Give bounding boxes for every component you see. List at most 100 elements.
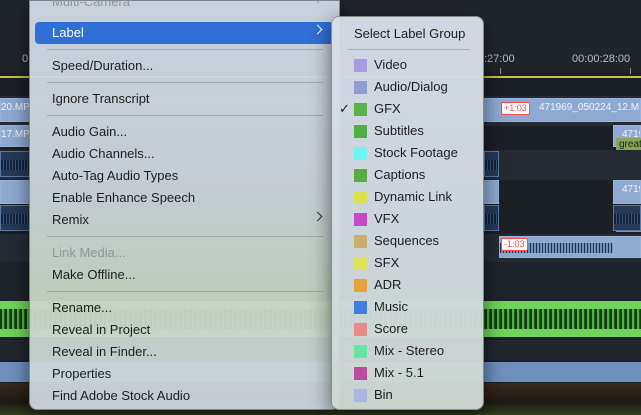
label-item-text: Bin bbox=[374, 387, 393, 402]
label-item-video[interactable]: Video bbox=[337, 54, 478, 76]
menu-item-remix[interactable]: Remix bbox=[35, 209, 333, 231]
menu-item-label: Make Offline... bbox=[52, 267, 136, 282]
color-swatch bbox=[354, 59, 367, 72]
clip-name: 471969_050224_12.MP4 bbox=[539, 102, 641, 113]
menu-item-find-adobe-stock-audio[interactable]: Find Adobe Stock Audio bbox=[35, 385, 333, 407]
menu-item-label: Link Media... bbox=[52, 245, 126, 260]
audio-clip[interactable] bbox=[613, 205, 641, 231]
color-swatch bbox=[354, 81, 367, 94]
video-clip[interactable]: 17.MP4 bbox=[0, 125, 30, 147]
chevron-right-icon bbox=[312, 0, 323, 4]
color-swatch bbox=[354, 367, 367, 380]
menu-item-label: Rename... bbox=[52, 300, 112, 315]
label-item-text: Mix - Stereo bbox=[374, 343, 445, 358]
menu-item-label: Ignore Transcript bbox=[52, 91, 150, 106]
menu-item-label: Multi-Camera bbox=[52, 0, 131, 9]
label-item-dynamic-link[interactable]: Dynamic Link bbox=[337, 186, 478, 208]
color-swatch bbox=[354, 169, 367, 182]
label-item-subtitles[interactable]: Subtitles bbox=[337, 120, 478, 142]
label-item-adr[interactable]: ADR bbox=[337, 274, 478, 296]
menu-separator bbox=[47, 115, 323, 116]
menu-item-auto-tag-audio-types[interactable]: Auto-Tag Audio Types bbox=[35, 165, 333, 187]
menu-item-label: Reveal in Project bbox=[52, 322, 151, 337]
time-offset-badge: -1:03 bbox=[501, 238, 528, 251]
label-item-text: Sequences bbox=[374, 233, 440, 248]
color-swatch bbox=[354, 323, 367, 336]
color-swatch bbox=[354, 235, 367, 248]
menu-item-label: Enable Enhance Speech bbox=[52, 190, 196, 205]
label-item-sfx[interactable]: SFX bbox=[337, 252, 478, 274]
clip-name: 17.MP4 bbox=[1, 129, 30, 140]
label-item-vfx[interactable]: VFX bbox=[337, 208, 478, 230]
video-clip[interactable] bbox=[0, 180, 30, 204]
menu-item-link-media[interactable]: Link Media... bbox=[35, 242, 333, 264]
label-item-score[interactable]: Score bbox=[337, 318, 478, 340]
menu-item-make-offline[interactable]: Make Offline... bbox=[35, 264, 333, 286]
color-swatch bbox=[354, 125, 367, 138]
menu-separator bbox=[47, 291, 323, 292]
menu-item-label: Find Adobe Stock Audio bbox=[52, 388, 191, 403]
audio-clip[interactable] bbox=[613, 236, 641, 258]
label-item-audio-dialog[interactable]: Audio/Dialog bbox=[337, 76, 478, 98]
label-item-text: Subtitles bbox=[374, 123, 424, 138]
label-item-mix-5-1[interactable]: Mix - 5.1 bbox=[337, 362, 478, 384]
checkmark-icon: ✓ bbox=[339, 101, 350, 116]
menu-item-label: Speed/Duration... bbox=[52, 58, 154, 73]
label-item-text: Score bbox=[374, 321, 408, 336]
video-clip[interactable] bbox=[484, 180, 499, 204]
label-item-text: Audio/Dialog bbox=[374, 79, 448, 94]
ruler-tick-label: :27:00 bbox=[484, 53, 515, 65]
ruler-tick-label: 00:00:28:00 bbox=[572, 53, 631, 65]
color-swatch bbox=[354, 103, 367, 116]
menu-item-label: Audio Channels... bbox=[52, 146, 155, 161]
menu-item-reveal-in-finder[interactable]: Reveal in Finder... bbox=[35, 341, 333, 363]
menu-item-reveal-in-project[interactable]: Reveal in Project bbox=[35, 319, 333, 341]
label-item-sequences[interactable]: Sequences bbox=[337, 230, 478, 252]
menu-item-label: Remix bbox=[52, 212, 89, 227]
color-swatch bbox=[354, 191, 367, 204]
menu-separator bbox=[47, 82, 323, 83]
label-item-text: GFX bbox=[374, 101, 401, 116]
menu-item-audio-gain[interactable]: Audio Gain... bbox=[35, 121, 333, 143]
label-item-mix-stereo[interactable]: Mix - Stereo bbox=[337, 340, 478, 362]
label-item-gfx[interactable]: ✓ GFX bbox=[337, 98, 478, 120]
ruler-tick bbox=[500, 68, 501, 74]
label-item-text: Music bbox=[374, 299, 408, 314]
video-clip[interactable]: 4719 bbox=[613, 180, 641, 204]
label-item-text: Captions bbox=[374, 167, 426, 182]
label-item-captions[interactable]: Captions bbox=[337, 164, 478, 186]
select-label-group-item[interactable]: Select Label Group bbox=[354, 26, 465, 41]
audio-clip[interactable] bbox=[0, 205, 30, 231]
audio-clip[interactable] bbox=[0, 151, 30, 177]
ruler-tick bbox=[630, 68, 631, 74]
color-swatch bbox=[354, 345, 367, 358]
color-swatch bbox=[354, 147, 367, 160]
menu-item-rename[interactable]: Rename... bbox=[35, 297, 333, 319]
color-swatch bbox=[354, 279, 367, 292]
menu-item-enable-enhance-speech[interactable]: Enable Enhance Speech bbox=[35, 187, 333, 209]
menu-item-label-group[interactable]: Label bbox=[35, 22, 333, 44]
label-item-bin[interactable]: Bin bbox=[337, 384, 478, 406]
ruler-tick-label: 0 bbox=[22, 53, 29, 65]
color-swatch bbox=[354, 213, 367, 226]
label-item-text: ADR bbox=[374, 277, 402, 292]
chevron-right-icon bbox=[312, 24, 323, 35]
color-swatch bbox=[354, 301, 367, 314]
menu-separator bbox=[47, 236, 323, 237]
audio-clip[interactable] bbox=[484, 205, 499, 231]
label-item-stock-footage[interactable]: Stock Footage bbox=[337, 142, 478, 164]
video-clip[interactable]: 20.MP4 bbox=[0, 98, 30, 122]
label-item-text: SFX bbox=[374, 255, 400, 270]
menu-item-multi-camera[interactable]: Multi-Camera bbox=[35, 0, 333, 13]
menu-item-properties[interactable]: Properties bbox=[35, 363, 333, 385]
menu-item-ignore-transcript[interactable]: Ignore Transcript bbox=[35, 88, 333, 110]
menu-item-audio-channels[interactable]: Audio Channels... bbox=[35, 143, 333, 165]
menu-item-label: Audio Gain... bbox=[52, 124, 128, 139]
menu-item-speed-duration[interactable]: Speed/Duration... bbox=[35, 55, 333, 77]
menu-separator bbox=[348, 49, 470, 50]
label-item-music[interactable]: Music bbox=[337, 296, 478, 318]
audio-clip[interactable] bbox=[484, 151, 499, 177]
label-item-text: Stock Footage bbox=[374, 145, 458, 160]
menu-item-label: Auto-Tag Audio Types bbox=[52, 168, 179, 183]
menu-item-label: Label bbox=[52, 25, 84, 40]
